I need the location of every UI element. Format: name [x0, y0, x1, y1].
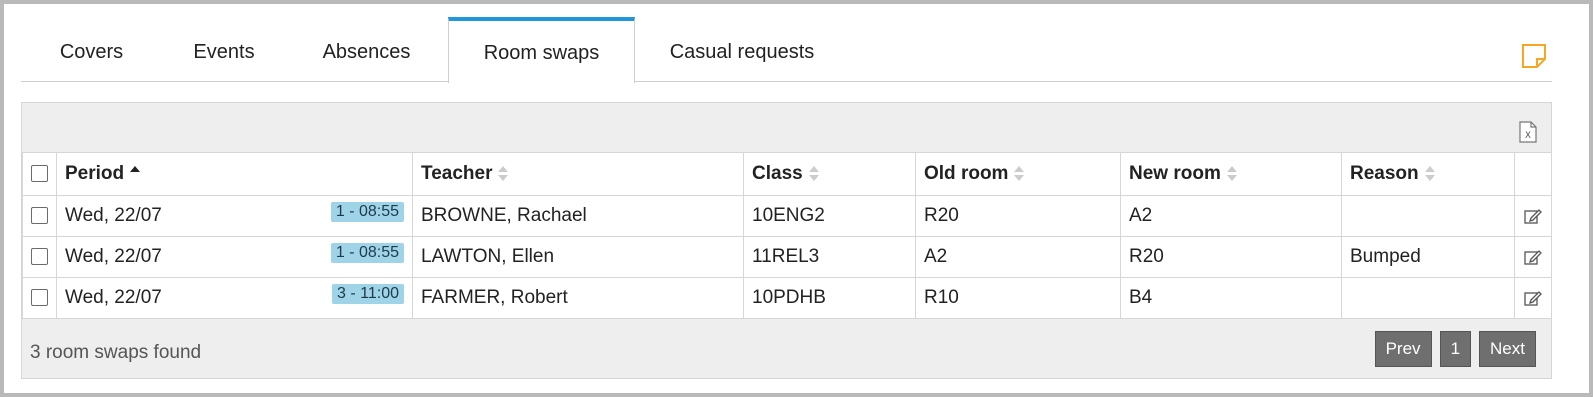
period-badge: 1 - 08:55: [330, 243, 404, 263]
column-header-teacher[interactable]: Teacher: [412, 152, 744, 196]
tab-label: Room swaps: [483, 41, 600, 64]
tab-label: Covers: [59, 41, 124, 63]
period-badge: 1 - 08:55: [330, 202, 404, 222]
table-header-row: Period Teacher Class Old room New room R…: [22, 152, 1552, 196]
class-cell: 10ENG2: [743, 195, 916, 237]
reason-cell: [1341, 277, 1515, 319]
room-swaps-table: Period Teacher Class Old room New room R…: [22, 152, 1552, 319]
room-swaps-panel: X Period Teacher Class Old room New room…: [21, 102, 1552, 379]
header-label: Old room: [924, 163, 1009, 184]
sort-ascending-icon: [130, 165, 141, 183]
class-cell: 11REL3: [743, 236, 916, 278]
period-date: Wed, 22/07: [65, 205, 162, 226]
tab-label: Casual requests: [669, 41, 815, 63]
old-room-cell: R20: [915, 195, 1121, 237]
tab-label: Events: [193, 41, 255, 63]
teacher-cell: LAWTON, Ellen: [412, 236, 744, 278]
header-label: Teacher: [421, 163, 493, 184]
header-label: Period: [65, 163, 125, 184]
header-label: Class: [752, 163, 803, 184]
sticky-note-icon[interactable]: [1521, 43, 1547, 69]
table-row: Wed, 22/07 1 - 08:55 LAWTON, Ellen 11REL3…: [22, 236, 1552, 278]
sort-icon: [1014, 165, 1025, 183]
period-cell: Wed, 22/07 1 - 08:55: [56, 236, 413, 278]
old-room-cell: A2: [915, 236, 1121, 278]
reason-cell: [1341, 195, 1515, 237]
period-date: Wed, 22/07: [65, 287, 162, 308]
next-page-button[interactable]: Next: [1479, 331, 1536, 367]
table-row: Wed, 22/07 3 - 11:00 FARMER, Robert 10PDH…: [22, 277, 1552, 319]
header-label: New room: [1129, 163, 1221, 184]
period-date: Wed, 22/07: [65, 246, 162, 267]
select-all-cell: [22, 152, 57, 196]
new-room-cell: B4: [1120, 277, 1342, 319]
edit-cell: [1514, 195, 1552, 237]
edit-cell: [1514, 236, 1552, 278]
column-header-reason[interactable]: Reason: [1341, 152, 1515, 196]
teacher-cell: BROWNE, Rachael: [412, 195, 744, 237]
tab-bar: Covers Events Absences Room swaps Casual…: [21, 17, 1552, 83]
sort-icon: [808, 165, 819, 183]
period-cell: Wed, 22/07 1 - 08:55: [56, 195, 413, 237]
row-select-cell: [22, 195, 57, 237]
column-header-actions: [1514, 152, 1552, 196]
edit-icon[interactable]: [1524, 208, 1542, 224]
tab-room-swaps[interactable]: Room swaps: [448, 17, 635, 83]
tab-events[interactable]: Events: [162, 17, 286, 82]
old-room-cell: R10: [915, 277, 1121, 319]
column-header-class[interactable]: Class: [743, 152, 916, 196]
period-badge: 3 - 11:00: [332, 284, 404, 304]
period-cell: Wed, 22/07 3 - 11:00: [56, 277, 413, 319]
tab-label: Absences: [322, 41, 411, 63]
prev-page-button[interactable]: Prev: [1374, 331, 1432, 367]
reason-cell: Bumped: [1341, 236, 1515, 278]
column-header-old-room[interactable]: Old room: [915, 152, 1121, 196]
tab-absences[interactable]: Absences: [286, 17, 447, 82]
table-row: Wed, 22/07 1 - 08:55 BROWNE, Rachael 10EN…: [22, 195, 1552, 237]
new-room-cell: R20: [1120, 236, 1342, 278]
tab-covers[interactable]: Covers: [21, 17, 162, 82]
page-number-button[interactable]: 1: [1439, 331, 1472, 367]
header-label: Reason: [1350, 163, 1419, 184]
select-all-checkbox[interactable]: [31, 165, 48, 183]
edit-icon[interactable]: [1524, 290, 1542, 306]
column-header-new-room[interactable]: New room: [1120, 152, 1342, 196]
sort-icon: [498, 165, 509, 183]
tab-casual-requests[interactable]: Casual requests: [635, 17, 849, 82]
new-room-cell: A2: [1120, 195, 1342, 237]
column-header-period[interactable]: Period: [56, 152, 413, 196]
pagination: Prev 1 Next: [1374, 331, 1536, 367]
svg-text:X: X: [1525, 131, 1531, 141]
row-checkbox[interactable]: [31, 289, 48, 307]
results-count: 3 room swaps found: [30, 342, 202, 363]
teacher-cell: FARMER, Robert: [412, 277, 744, 319]
excel-export-icon[interactable]: X: [1519, 121, 1537, 143]
edit-cell: [1514, 277, 1552, 319]
row-checkbox[interactable]: [31, 207, 48, 225]
edit-icon[interactable]: [1524, 249, 1542, 265]
sort-icon: [1226, 165, 1237, 183]
row-checkbox[interactable]: [31, 248, 48, 266]
row-select-cell: [22, 277, 57, 319]
sort-icon: [1424, 165, 1435, 183]
row-select-cell: [22, 236, 57, 278]
class-cell: 10PDHB: [743, 277, 916, 319]
